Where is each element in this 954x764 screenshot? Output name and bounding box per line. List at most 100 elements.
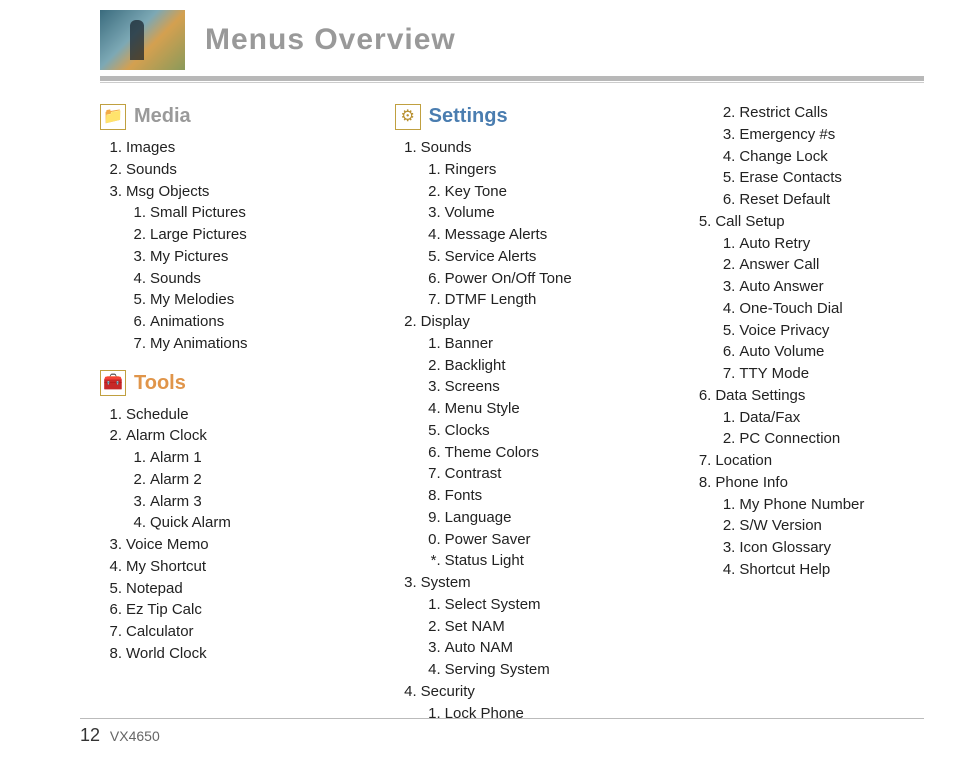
list-item: 3.Volume bbox=[423, 202, 630, 224]
list-item: 9.Language bbox=[423, 507, 630, 529]
item-label: Message Alerts bbox=[445, 224, 548, 246]
item-label: Calculator bbox=[126, 621, 194, 643]
item-label: PC Connection bbox=[739, 428, 840, 450]
item-label: Theme Colors bbox=[445, 442, 539, 464]
item-label: My Phone Number bbox=[739, 494, 864, 516]
item-number: 4. bbox=[423, 398, 445, 420]
list-item: 8.World Clock bbox=[104, 643, 335, 665]
item-number: 7. bbox=[717, 363, 739, 385]
item-number: 3. bbox=[128, 246, 150, 268]
content-columns: 📁 Media 1.Images2.Sounds3.Msg Objects1.S… bbox=[100, 102, 924, 724]
item-label: Backlight bbox=[445, 355, 506, 377]
list-item: 7.DTMF Length bbox=[423, 289, 630, 311]
list-item: 6.Auto Volume bbox=[717, 341, 924, 363]
list-item: 3.My Pictures bbox=[128, 246, 335, 268]
list-item: 4.Message Alerts bbox=[423, 224, 630, 246]
item-number: 3. bbox=[104, 534, 126, 556]
list-item: 4.One-Touch Dial bbox=[717, 298, 924, 320]
list-item: 3.Auto NAM bbox=[423, 637, 630, 659]
item-label: Erase Contacts bbox=[739, 167, 842, 189]
list-item: 1.Lock Phone bbox=[423, 703, 630, 725]
item-number: 7. bbox=[104, 621, 126, 643]
list-item: 1.Data/Fax bbox=[717, 407, 924, 429]
list-item: 3.Screens bbox=[423, 376, 630, 398]
list-item: 2.Restrict Calls bbox=[717, 102, 924, 124]
item-number: 6. bbox=[423, 268, 445, 290]
sublist: 1.Select System2.Set NAM3.Auto NAM4.Serv… bbox=[423, 594, 630, 681]
item-label: Voice Privacy bbox=[739, 320, 829, 342]
section-title-media: Media bbox=[134, 102, 191, 131]
list-item: 6.Power On/Off Tone bbox=[423, 268, 630, 290]
list-item: 1.Ringers bbox=[423, 159, 630, 181]
list-item: 3.Msg Objects bbox=[104, 181, 335, 203]
item-label: Set NAM bbox=[445, 616, 505, 638]
item-number: 4. bbox=[128, 268, 150, 290]
page-number: 12 bbox=[80, 725, 100, 745]
item-number: 5. bbox=[717, 320, 739, 342]
item-number: 6. bbox=[717, 189, 739, 211]
item-number: 6. bbox=[128, 311, 150, 333]
item-number: 4. bbox=[399, 681, 421, 703]
list-item: 5.Voice Privacy bbox=[717, 320, 924, 342]
section-head-tools: 🧰 Tools bbox=[100, 369, 335, 398]
item-label: Icon Glossary bbox=[739, 537, 831, 559]
section-title-tools: Tools bbox=[134, 369, 186, 398]
column-3: 2.Restrict Calls3.Emergency #s4.Change L… bbox=[689, 102, 924, 724]
list-item: 6.Theme Colors bbox=[423, 442, 630, 464]
item-number: 1. bbox=[423, 594, 445, 616]
item-number: 3. bbox=[423, 376, 445, 398]
item-label: Fonts bbox=[445, 485, 483, 507]
item-label: Auto Answer bbox=[739, 276, 823, 298]
item-label: Select System bbox=[445, 594, 541, 616]
media-icon: 📁 bbox=[100, 104, 126, 130]
sublist: 1.Ringers2.Key Tone3.Volume4.Message Ale… bbox=[423, 159, 630, 311]
item-label: Status Light bbox=[445, 550, 524, 572]
item-label: Animations bbox=[150, 311, 224, 333]
sublist: 1.Banner2.Backlight3.Screens4.Menu Style… bbox=[423, 333, 630, 572]
item-number: 2. bbox=[104, 425, 126, 447]
list-item: 0.Power Saver bbox=[423, 529, 630, 551]
item-label: Alarm 2 bbox=[150, 469, 202, 491]
item-number: *. bbox=[423, 550, 445, 572]
list-item: 1.Banner bbox=[423, 333, 630, 355]
item-label: My Shortcut bbox=[126, 556, 206, 578]
item-label: Auto NAM bbox=[445, 637, 513, 659]
list-item: 6.Ez Tip Calc bbox=[104, 599, 335, 621]
tools-icon: 🧰 bbox=[100, 370, 126, 396]
sublist: 1.Small Pictures2.Large Pictures3.My Pic… bbox=[128, 202, 335, 354]
item-number: 5. bbox=[423, 420, 445, 442]
item-label: Location bbox=[715, 450, 772, 472]
item-label: System bbox=[421, 572, 471, 594]
item-number: 2. bbox=[399, 311, 421, 333]
list-item: 6.Data Settings bbox=[693, 385, 924, 407]
item-label: Reset Default bbox=[739, 189, 830, 211]
item-number: 2. bbox=[128, 469, 150, 491]
item-label: Banner bbox=[445, 333, 493, 355]
item-label: Msg Objects bbox=[126, 181, 209, 203]
item-label: Power On/Off Tone bbox=[445, 268, 572, 290]
sublist: 1.Alarm 12.Alarm 23.Alarm 34.Quick Alarm bbox=[128, 447, 335, 534]
list-item: 7.Location bbox=[693, 450, 924, 472]
list-item: 4.Quick Alarm bbox=[128, 512, 335, 534]
list-item: 2.Alarm 2 bbox=[128, 469, 335, 491]
footer: 12 VX4650 bbox=[80, 725, 160, 746]
section-tools: 🧰 Tools 1.Schedule2.Alarm Clock1.Alarm 1… bbox=[100, 369, 335, 665]
list-item: 1.Schedule bbox=[104, 404, 335, 426]
list-item: 5.Clocks bbox=[423, 420, 630, 442]
item-number: 4. bbox=[128, 512, 150, 534]
item-label: Emergency #s bbox=[739, 124, 835, 146]
item-number: 3. bbox=[104, 181, 126, 203]
item-label: Display bbox=[421, 311, 470, 333]
list-item: 5.Erase Contacts bbox=[717, 167, 924, 189]
list-item: 3.Auto Answer bbox=[717, 276, 924, 298]
item-label: Call Setup bbox=[715, 211, 784, 233]
list-item: 4.My Shortcut bbox=[104, 556, 335, 578]
sublist: 1.Auto Retry2.Answer Call3.Auto Answer4.… bbox=[717, 233, 924, 385]
section-head-media: 📁 Media bbox=[100, 102, 335, 131]
list-item: 2.Key Tone bbox=[423, 181, 630, 203]
item-number: 5. bbox=[128, 289, 150, 311]
list-item: 4.Security bbox=[399, 681, 630, 703]
item-label: Restrict Calls bbox=[739, 102, 827, 124]
item-number: 1. bbox=[104, 404, 126, 426]
list-item: 3.Icon Glossary bbox=[717, 537, 924, 559]
